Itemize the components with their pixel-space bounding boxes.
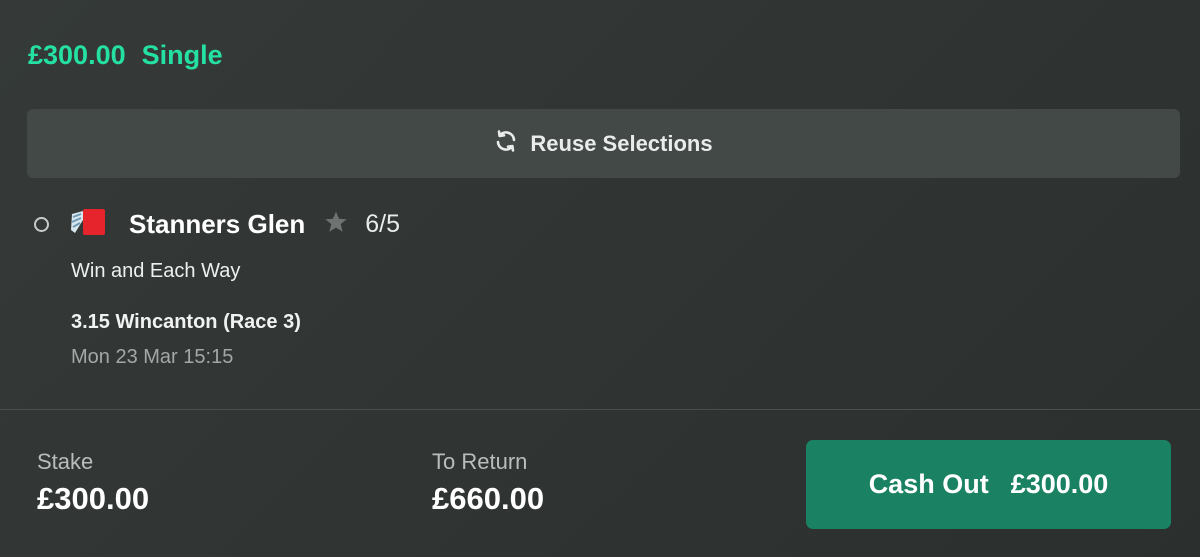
event-datetime: Mon 23 Mar 15:15: [71, 346, 234, 368]
refresh-icon: [494, 129, 518, 158]
selection-details: Stanners Glen 6/5 Win and Each Way 3.15 …: [34, 204, 1166, 368]
market-type: Win and Each Way: [71, 260, 241, 282]
stake-label: Stake: [37, 449, 94, 474]
stake-value: £300.00: [37, 481, 150, 516]
jockey-silks-icon: [69, 206, 129, 243]
reuse-selections-button[interactable]: Reuse Selections: [27, 109, 1180, 178]
bet-type: Single: [141, 40, 223, 70]
divider: [0, 409, 1200, 410]
reuse-selections-label: Reuse Selections: [530, 130, 713, 156]
selection-odds: 6/5: [365, 209, 401, 238]
star-icon[interactable]: [323, 209, 365, 240]
cash-out-button[interactable]: Cash Out £300.00: [806, 440, 1171, 529]
selection-radio-indicator: [34, 216, 49, 232]
cash-out-amount: £300.00: [1010, 469, 1109, 499]
horse-name: Stanners Glen: [129, 208, 306, 239]
return-value: £660.00: [432, 481, 545, 516]
event-name: 3.15 Wincanton (Race 3): [71, 311, 301, 333]
bet-amount: £300.00: [28, 40, 126, 70]
cash-out-label: Cash Out: [868, 469, 989, 499]
return-label: To Return: [432, 449, 528, 474]
bet-header: £300.00 Single: [28, 40, 223, 71]
